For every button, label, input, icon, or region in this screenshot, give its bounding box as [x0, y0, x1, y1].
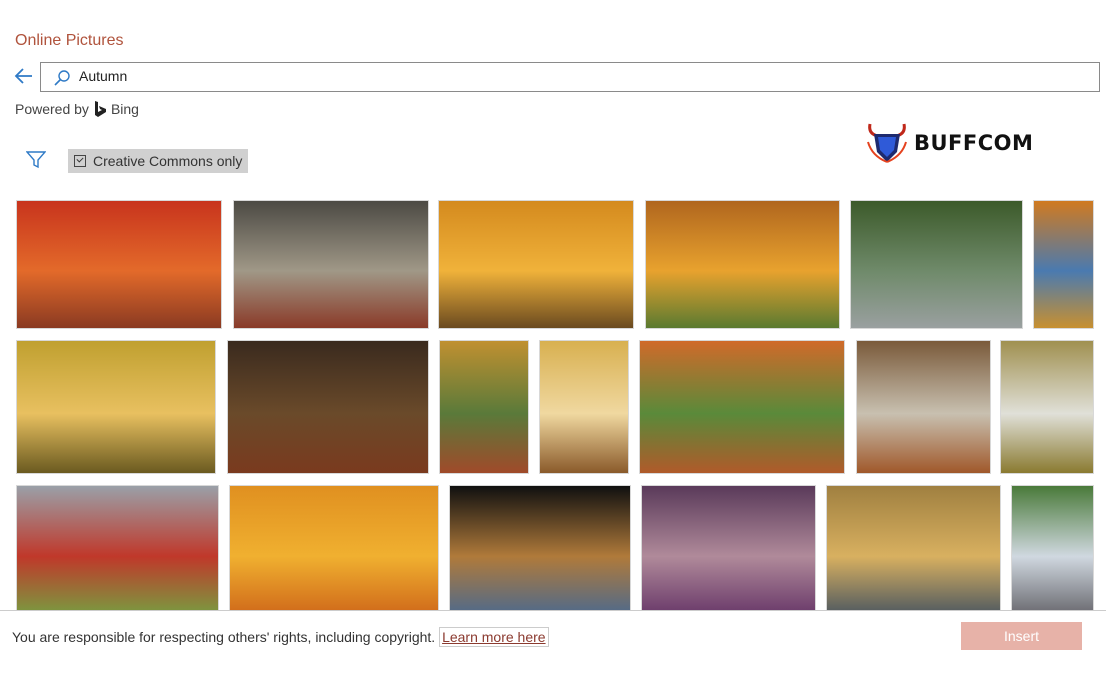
image-thumbnail[interactable] — [229, 485, 439, 615]
image-thumbnail[interactable] — [856, 340, 991, 474]
search-box[interactable] — [40, 62, 1100, 92]
search-icon — [54, 70, 70, 86]
image-thumbnail[interactable] — [16, 485, 219, 615]
image-thumbnail[interactable] — [641, 485, 816, 615]
powered-by: Powered by Bing — [15, 101, 139, 117]
insert-button[interactable]: Insert — [961, 622, 1082, 650]
image-thumbnail[interactable] — [233, 200, 429, 329]
creative-commons-label: Creative Commons only — [93, 153, 243, 169]
image-thumbnail[interactable] — [1033, 200, 1094, 329]
image-thumbnail[interactable] — [439, 340, 529, 474]
image-thumbnail[interactable] — [449, 485, 631, 615]
filter-icon — [25, 151, 47, 169]
back-button[interactable] — [14, 66, 34, 86]
image-thumbnail[interactable] — [645, 200, 840, 329]
arrow-left-icon — [14, 68, 32, 84]
image-thumbnail[interactable] — [639, 340, 845, 474]
watermark-logo: BUFFCOM — [864, 122, 1033, 164]
copyright-notice: You are responsible for respecting other… — [12, 627, 549, 647]
image-thumbnail[interactable] — [438, 200, 634, 329]
image-thumbnail[interactable] — [227, 340, 429, 474]
bing-label: Bing — [110, 101, 139, 117]
learn-more-link[interactable]: Learn more here — [439, 627, 549, 647]
divider — [0, 610, 1106, 611]
watermark-text: BUFFCOM — [914, 131, 1034, 155]
image-thumbnail[interactable] — [850, 200, 1023, 329]
checkbox-checked-icon — [74, 155, 86, 167]
image-thumbnail[interactable] — [1000, 340, 1094, 474]
bing-logo-icon — [94, 101, 106, 117]
filter-button[interactable] — [25, 151, 47, 174]
powered-by-label: Powered by — [15, 101, 89, 117]
image-thumbnail[interactable] — [1011, 485, 1094, 615]
image-thumbnail[interactable] — [539, 340, 629, 474]
image-thumbnail[interactable] — [16, 340, 216, 474]
copyright-text: You are responsible for respecting other… — [12, 629, 436, 645]
search-input[interactable] — [77, 67, 981, 85]
bull-logo-icon — [867, 123, 907, 163]
image-thumbnail[interactable] — [16, 200, 222, 329]
creative-commons-checkbox[interactable]: Creative Commons only — [68, 149, 249, 173]
dialog-title: Online Pictures — [15, 32, 124, 49]
image-thumbnail[interactable] — [826, 485, 1001, 615]
